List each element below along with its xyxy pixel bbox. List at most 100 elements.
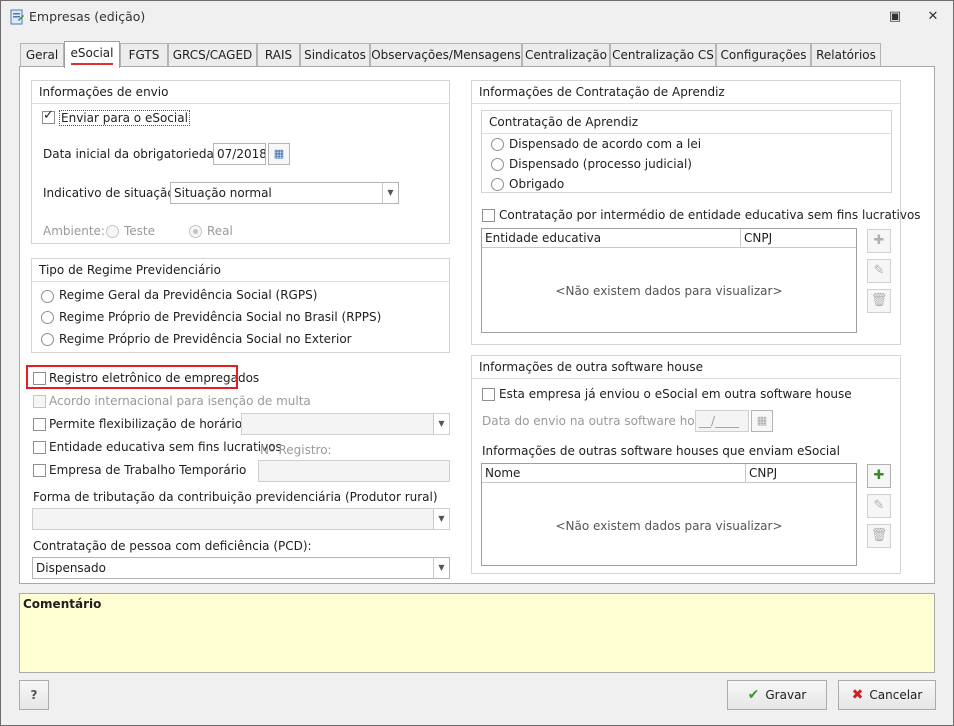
grid-empty-message: <Não existem dados para visualizar> [555,284,783,298]
delete-icon[interactable]: 🗑 [867,524,891,548]
app-icon [10,9,24,25]
grid-header: Nome CNPJ [482,464,856,483]
tab-configuracoes[interactable]: Configurações [716,43,811,67]
grid-column-cnpj[interactable]: CNPJ [746,464,856,483]
tab-fgts[interactable]: FGTS [120,43,168,67]
numero-registro-label: Nº Registro: [260,443,332,457]
aprendiz-dispensado-judicial-radio[interactable] [491,158,504,171]
group-title: Informações de envio [39,85,169,99]
ambiente-label: Ambiente: [43,224,105,238]
help-button[interactable]: ? [19,680,49,710]
trabalho-temporario-checkbox[interactable] [33,464,46,477]
acordo-internacional-checkbox[interactable] [33,395,46,408]
gravar-button[interactable]: ✔ Gravar [727,680,827,710]
chevron-down-icon[interactable]: ▼ [433,558,449,578]
chevron-down-icon[interactable]: ▼ [433,509,449,529]
flexibilizacao-select[interactable]: ▼ [241,413,450,435]
ambiente-real-radio[interactable] [189,225,202,238]
tab-rais[interactable]: RAIS [257,43,300,67]
window-title: Empresas (edição) [29,9,146,24]
window: Empresas (edição) ▣ ✕ Geral eSocial FGTS… [0,0,954,726]
add-icon[interactable]: ✚ [867,229,891,253]
trabalho-temporario-label: Empresa de Trabalho Temporário [49,463,247,477]
tributacao-label: Forma de tributação da contribuição prev… [33,490,438,504]
comment-label: Comentário [23,597,102,611]
restore-button[interactable]: ▣ [883,7,907,27]
data-envio-label: Data do envio na outra software house: [482,414,720,428]
ambiente-teste-radio[interactable] [106,225,119,238]
acordo-internacional-label: Acordo internacional para isenção de mul… [49,394,311,408]
cancelar-button[interactable]: ✖ Cancelar [838,680,936,710]
flexibilizacao-horarios-checkbox[interactable] [33,418,46,431]
grid-column-cnpj[interactable]: CNPJ [741,229,856,248]
add-icon[interactable]: ✚ [867,464,891,488]
regime-exterior-label: Regime Próprio de Previdência Social no … [59,332,352,346]
title-bar: Empresas (edição) ▣ ✕ [1,1,953,33]
group-title: Informações de outra software house [479,360,703,374]
regime-rpps-label: Regime Próprio de Previdência Social no … [59,310,382,324]
group-outra-software-house: Informações de outra software house Esta… [471,355,901,574]
flexibilizacao-horarios-label: Permite flexibilização de horários [49,417,249,431]
intermedio-entidade-checkbox[interactable] [482,209,495,222]
data-envio-input[interactable]: __/____ [695,410,749,432]
check-icon: ✔ [747,687,760,703]
group-contratacao-aprendiz-inner: Contratação de Aprendiz Dispensado de ac… [481,110,892,193]
chevron-down-icon[interactable]: ▼ [433,414,449,434]
close-button[interactable]: ✕ [921,7,945,27]
software-houses-grid[interactable]: Nome CNPJ <Não existem dados para visual… [481,463,857,566]
calendar-icon[interactable]: ▦ [751,410,773,432]
edit-icon[interactable]: ✎ [867,259,891,283]
group-title: Contratação de Aprendiz [489,115,639,129]
grid-column-entidade[interactable]: Entidade educativa [482,229,741,248]
regime-rpps-radio[interactable] [41,311,54,324]
grid-column-nome[interactable]: Nome [482,464,746,483]
tab-observacoes[interactable]: Observações/Mensagens [370,43,522,67]
tab-geral[interactable]: Geral [20,43,64,67]
numero-registro-input[interactable] [258,460,450,482]
calendar-icon[interactable]: ▦ [268,143,290,165]
edit-icon[interactable]: ✎ [867,494,891,518]
tributacao-select[interactable]: ▼ [32,508,450,530]
outras-software-label: Informações de outras software houses qu… [482,444,840,458]
group-divider [32,281,449,282]
entidade-educativa-label: Entidade educativa sem fins lucrativos [49,440,282,454]
pcd-label: Contratação de pessoa com deficiência (P… [33,539,312,553]
tab-centralizacao-cs[interactable]: Centralização CS [610,43,716,67]
tab-centralizacao[interactable]: Centralização [522,43,610,67]
entidade-educativa-checkbox[interactable] [33,441,46,454]
data-obrigatoriedade-input[interactable]: 07/2018 [213,143,266,165]
esocial-panel: Informações de envio Enviar para o eSoci… [19,66,935,584]
comment-box[interactable]: Comentário [19,593,935,673]
ambiente-real-label: Real [207,224,233,238]
enviou-outra-software-checkbox[interactable] [482,388,495,401]
entidade-educativa-grid[interactable]: Entidade educativa CNPJ <Não existem dad… [481,228,857,333]
pcd-value: Dispensado [36,561,106,575]
pcd-select[interactable]: Dispensado ▼ [32,557,450,579]
aprendiz-obrigado-radio[interactable] [491,178,504,191]
active-tab-indicator [71,63,113,65]
gravar-label: Gravar [765,688,807,702]
tab-relatorios[interactable]: Relatórios [811,43,881,67]
tab-esocial[interactable]: eSocial [64,41,120,68]
grid-empty-message: <Não existem dados para visualizar> [555,519,783,533]
group-divider [472,103,900,104]
indicativo-situacao-select[interactable]: Situação normal ▼ [170,182,399,204]
group-divider [32,103,449,104]
aprendiz-dispensado-lei-label: Dispensado de acordo com a lei [509,137,702,151]
regime-rgps-radio[interactable] [41,290,54,303]
highlight-registro-eletronico [26,365,238,389]
aprendiz-dispensado-lei-radio[interactable] [491,138,504,151]
aprendiz-dispensado-judicial-label: Dispensado (processo judicial) [509,157,692,171]
indicativo-situacao-value: Situação normal [174,186,272,200]
chevron-down-icon[interactable]: ▼ [382,183,398,203]
regime-exterior-radio[interactable] [41,333,54,346]
tab-sindicatos[interactable]: Sindicatos [300,43,370,67]
enviou-outra-software-label: Esta empresa já enviou o eSocial em outr… [499,387,852,401]
group-title: Informações de Contratação de Aprendiz [479,85,725,99]
enviar-esocial-label[interactable]: Enviar para o eSocial [59,110,190,126]
ambiente-teste-label: Teste [124,224,156,238]
tab-grcs-caged[interactable]: GRCS/CAGED [168,43,257,67]
enviar-esocial-checkbox[interactable] [42,108,55,124]
group-regime-previdenciario: Tipo de Regime Previdenciário Regime Ger… [31,258,450,353]
delete-icon[interactable]: 🗑 [867,289,891,313]
